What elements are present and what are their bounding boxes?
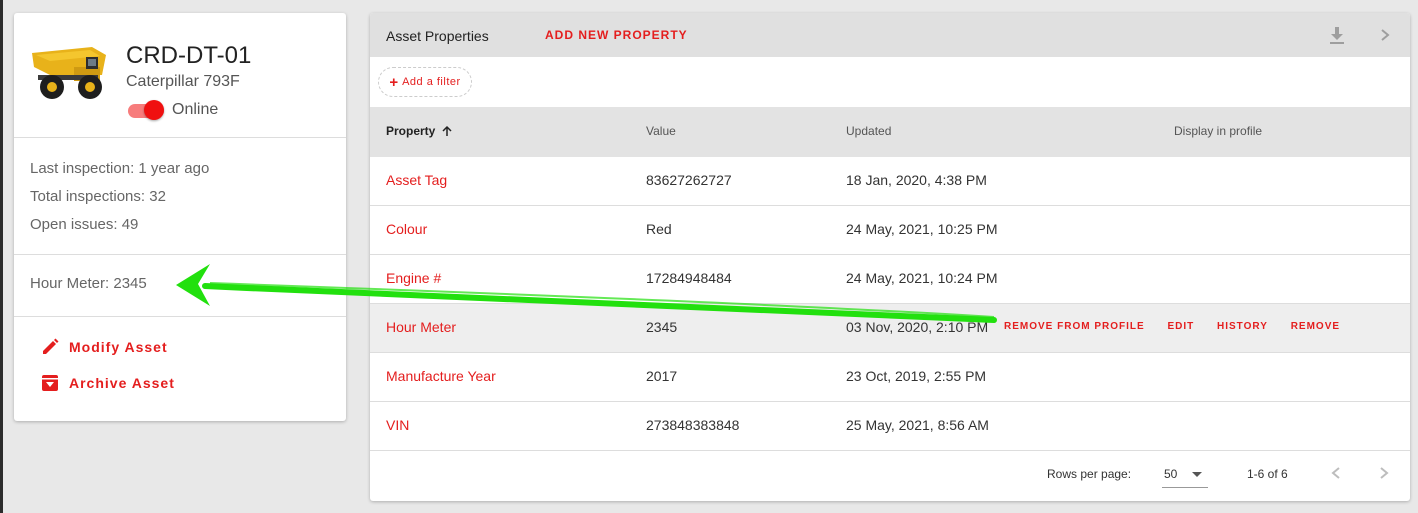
online-toggle[interactable] (128, 100, 166, 120)
property-value: 2017 (646, 368, 678, 384)
table-header: Property Value Updated Display in profil… (370, 107, 1410, 157)
rows-per-page-select[interactable]: 50 (1162, 463, 1208, 488)
hour-meter: Hour Meter: 2345 (14, 255, 346, 317)
open-issues: Open issues: 49 (30, 216, 139, 233)
pencil-icon (43, 338, 59, 354)
pagination: Rows per page: 50 1-6 of 6 (370, 453, 1410, 501)
caret-down-icon (1192, 472, 1202, 477)
archive-asset-label: Archive Asset (69, 375, 175, 391)
add-new-property-button[interactable]: ADD NEW PROPERTY (545, 28, 688, 42)
haul-truck-image (32, 47, 106, 99)
asset-actions: Modify Asset Archive Asset (14, 317, 346, 401)
table-row[interactable]: VIN 273848383848 25 May, 2021, 8:56 AM (370, 402, 1410, 451)
filter-row: + Add a filter (370, 57, 1410, 107)
property-name[interactable]: Hour Meter (386, 319, 456, 335)
asset-card: CRD-DT-01 Caterpillar 793F Online Last i… (14, 13, 346, 421)
asset-model: Caterpillar 793F (126, 73, 240, 90)
property-value: 273848383848 (646, 417, 740, 433)
property-value: 2345 (646, 319, 678, 335)
column-value[interactable]: Value (646, 124, 676, 138)
column-display-in-profile: Display in profile (1174, 124, 1263, 138)
property-name[interactable]: Colour (386, 221, 427, 237)
add-filter-label: Add a filter (402, 76, 461, 88)
add-filter-chip[interactable]: + Add a filter (378, 67, 472, 97)
table-row-hovered[interactable]: Hour Meter 2345 03 Nov, 2020, 2:10 PM RE… (370, 304, 1410, 353)
table-row[interactable]: Engine # 17284948484 24 May, 2021, 10:24… (370, 255, 1410, 304)
total-inspections: Total inspections: 32 (30, 188, 166, 205)
column-property-label: Property (386, 124, 436, 138)
table-row[interactable]: Manufacture Year 2017 23 Oct, 2019, 2:55… (370, 353, 1410, 402)
remove-from-profile-button[interactable]: REMOVE FROM PROFILE (1004, 321, 1145, 332)
row-actions: REMOVE FROM PROFILE EDIT HISTORY REMOVE (1004, 321, 1359, 332)
property-name[interactable]: Engine # (386, 270, 441, 286)
property-name[interactable]: Asset Tag (386, 172, 447, 188)
property-updated: 03 Nov, 2020, 2:10 PM (846, 319, 989, 335)
status-label: Online (172, 101, 219, 118)
property-updated: 18 Jan, 2020, 4:38 PM (846, 172, 987, 188)
column-updated[interactable]: Updated (846, 124, 891, 138)
property-value: Red (646, 221, 672, 237)
modify-asset-button[interactable]: Modify Asset (14, 329, 346, 365)
archive-icon (42, 375, 58, 391)
window-edge (0, 0, 3, 513)
modify-asset-label: Modify Asset (69, 339, 168, 355)
table-row[interactable]: Asset Tag 83627262727 18 Jan, 2020, 4:38… (370, 157, 1410, 206)
chevron-right-icon[interactable] (1376, 463, 1392, 483)
chevron-left-icon[interactable] (1328, 463, 1344, 483)
download-icon[interactable] (1328, 25, 1346, 45)
remove-button[interactable]: REMOVE (1291, 321, 1340, 332)
rows-per-page-value: 50 (1164, 467, 1178, 481)
panel-header: Asset Properties ADD NEW PROPERTY (370, 13, 1410, 57)
asset-stats: Last inspection: 1 year ago Total inspec… (14, 138, 346, 255)
property-value: 17284948484 (646, 270, 732, 286)
asset-properties-panel: Asset Properties ADD NEW PROPERTY + Add … (370, 13, 1410, 501)
asset-name: CRD-DT-01 (126, 42, 252, 69)
property-updated: 23 Oct, 2019, 2:55 PM (846, 368, 987, 384)
column-property[interactable]: Property (386, 124, 453, 138)
property-updated: 24 May, 2021, 10:24 PM (846, 270, 998, 286)
plus-icon: + (389, 73, 399, 91)
property-name[interactable]: VIN (386, 417, 409, 433)
property-updated: 24 May, 2021, 10:25 PM (846, 221, 998, 237)
toggle-knob (144, 100, 164, 120)
asset-header: CRD-DT-01 Caterpillar 793F Online (14, 13, 346, 138)
chevron-right-icon[interactable] (1376, 25, 1394, 45)
property-updated: 25 May, 2021, 8:56 AM (846, 417, 989, 433)
last-inspection: Last inspection: 1 year ago (30, 160, 210, 177)
rows-per-page-label: Rows per page: (1047, 467, 1132, 481)
property-value: 83627262727 (646, 172, 732, 188)
archive-asset-button[interactable]: Archive Asset (14, 365, 346, 401)
property-name[interactable]: Manufacture Year (386, 368, 496, 384)
edit-button[interactable]: EDIT (1167, 321, 1194, 332)
table-row[interactable]: Colour Red 24 May, 2021, 10:25 PM (370, 206, 1410, 255)
panel-title: Asset Properties (386, 28, 489, 44)
history-button[interactable]: HISTORY (1217, 321, 1268, 332)
page-range: 1-6 of 6 (1247, 467, 1288, 481)
sort-arrow-up-icon (442, 125, 452, 136)
